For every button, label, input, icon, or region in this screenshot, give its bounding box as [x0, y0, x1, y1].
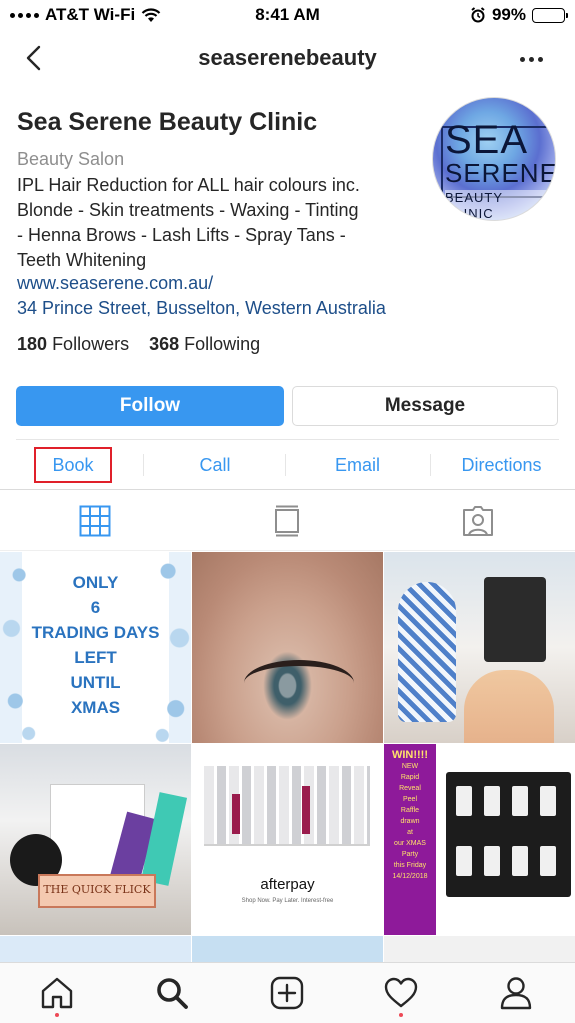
contact-actions: Book Call Email Directions	[0, 441, 575, 489]
post-text: ONLY 6 TRADING DAYS LEFT UNTIL XMAS	[0, 570, 191, 720]
battery-icon	[532, 7, 568, 23]
post-text-line: this Friday	[393, 862, 427, 869]
book-button[interactable]: Book	[34, 447, 112, 483]
divider	[143, 454, 144, 476]
post-text: afterpay	[260, 876, 315, 893]
profile-category: Beauty Salon	[17, 149, 125, 169]
post-thumbnail[interactable]	[192, 552, 383, 743]
battery-percent: 99%	[491, 5, 526, 24]
bio-line: IPL Hair Reduction for ALL hair colours …	[17, 175, 360, 195]
address-link[interactable]: 34 Prince Street, Busselton, Western Aus…	[17, 298, 386, 319]
profile-icon[interactable]	[498, 975, 534, 1011]
post-text-line: UNTIL	[70, 673, 121, 692]
bio-line: Blonde - Skin treatments - Waxing - Tint…	[17, 200, 359, 220]
post-text-line: Party	[401, 851, 419, 858]
child-photo	[464, 670, 554, 743]
call-button[interactable]: Call	[160, 441, 270, 489]
email-button[interactable]: Email	[300, 441, 415, 489]
avatar[interactable]: SEA SERENE BEAUTY CLINIC	[432, 97, 556, 221]
post-thumbnail[interactable]: THE QUICK FLICK	[0, 744, 191, 935]
post-text-line: WIN!!!!	[391, 749, 429, 761]
eyelash-photo	[244, 660, 354, 706]
followers-stat[interactable]: 180 Followers	[17, 334, 129, 355]
search-icon[interactable]	[154, 975, 190, 1011]
following-stat[interactable]: 368 Following	[149, 334, 260, 355]
post-thumbnail[interactable]: WIN!!!! NEW Rapid Reveal Peel Raffle dra…	[384, 744, 575, 935]
post-text-line: Reveal	[399, 785, 421, 792]
followers-label: Followers	[52, 334, 130, 354]
grid-view-icon[interactable]	[78, 504, 112, 538]
followers-count: 180	[17, 334, 48, 354]
logo-line-beauty: BEAUTY CLINIC	[445, 190, 555, 220]
page-title: seaserenebeauty	[198, 45, 377, 70]
post-thumbnail[interactable]: afterpay Shop Now. Pay Later. Interest-f…	[192, 744, 383, 935]
new-post-icon[interactable]	[269, 975, 305, 1011]
post-grid: ONLY 6 TRADING DAYS LEFT UNTIL XMAS THE …	[0, 552, 575, 962]
post-thumbnail[interactable]	[0, 936, 191, 962]
post-text-line: NEW	[401, 763, 419, 770]
home-icon[interactable]	[39, 975, 75, 1011]
divider	[430, 454, 431, 476]
alarm-icon	[471, 7, 485, 23]
following-label: Following	[184, 334, 261, 354]
child-photo	[398, 582, 456, 722]
product-photo	[302, 786, 310, 834]
post-text-line: drawn	[400, 818, 420, 825]
post-text: WIN!!!! NEW Rapid Reveal Peel Raffle dra…	[384, 744, 436, 935]
bottom-nav	[0, 962, 575, 1023]
post-text-line: 6	[90, 598, 101, 617]
post-text-line: LEFT	[74, 648, 117, 667]
directions-button[interactable]: Directions	[445, 441, 558, 489]
post-thumbnail[interactable]: ONLY 6 TRADING DAYS LEFT UNTIL XMAS	[0, 552, 191, 743]
product-photo	[232, 794, 240, 834]
status-right: 99%	[470, 5, 568, 25]
nav-bar: seaserenebeauty	[0, 36, 575, 82]
profile-tabs	[0, 489, 575, 551]
feed-view-icon[interactable]	[270, 504, 304, 538]
divider	[285, 454, 286, 476]
divider	[16, 439, 559, 440]
post-text-line: ONLY	[72, 573, 119, 592]
follow-button[interactable]: Follow	[16, 386, 284, 426]
product-lineup-photo	[204, 766, 370, 846]
notification-dot	[55, 1013, 59, 1017]
profile-bio: IPL Hair Reduction for ALL hair colours …	[17, 173, 417, 273]
bio-line: Teeth Whitening	[17, 250, 147, 270]
post-text-line: at	[407, 829, 413, 836]
product-box-photo	[446, 772, 571, 897]
post-text-line: our XMAS	[394, 840, 426, 847]
post-text-line: TRADING DAYS	[31, 623, 160, 642]
post-text-line: XMAS	[70, 698, 121, 717]
post-text-line: Peel	[402, 796, 417, 803]
post-thumbnail[interactable]	[192, 936, 383, 962]
post-thumbnail[interactable]	[384, 936, 575, 962]
website-link[interactable]: www.seaserene.com.au/	[17, 273, 213, 294]
tagged-photos-icon[interactable]	[461, 504, 495, 538]
product-stand-photo	[484, 577, 546, 662]
activity-heart-icon[interactable]	[383, 975, 419, 1011]
post-text: THE QUICK FLICK	[38, 874, 156, 908]
profile-name: Sea Serene Beauty Clinic	[17, 108, 318, 136]
post-text-line: 14/12/2018	[392, 873, 428, 880]
post-text-line: Raffle	[400, 807, 420, 814]
notification-dot	[399, 1013, 403, 1017]
logo-line-sea: SEA	[445, 118, 529, 162]
post-text-line: Rapid	[400, 774, 420, 781]
post-thumbnail[interactable]	[384, 552, 575, 743]
profile-stats: 180 Followers 368 Following	[17, 334, 260, 355]
bio-line: - Henna Brows - Lash Lifts - Spray Tans …	[17, 225, 346, 245]
logo-line-serene: SERENE	[445, 158, 556, 188]
following-count: 368	[149, 334, 180, 354]
post-tagline: Shop Now. Pay Later. Interest-free	[241, 898, 334, 904]
message-button[interactable]: Message	[292, 386, 558, 426]
status-bar: AT&T Wi-Fi 8:41 AM 99%	[0, 0, 575, 30]
more-options-icon[interactable]	[513, 44, 549, 74]
